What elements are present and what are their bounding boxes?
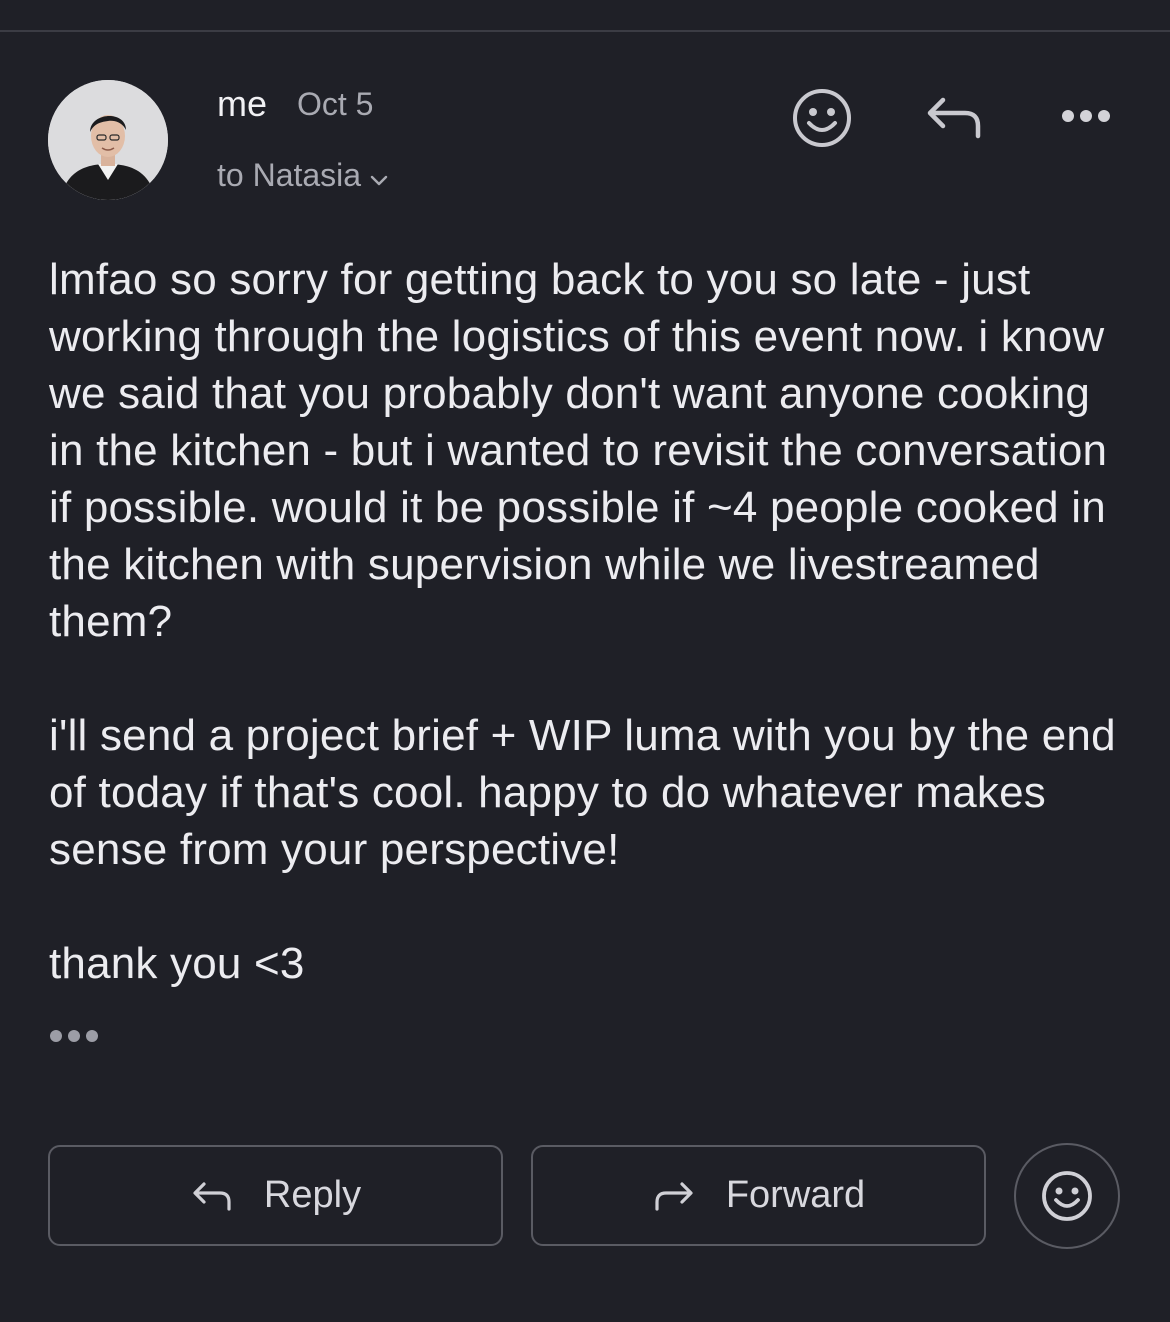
- reply-button[interactable]: Reply: [48, 1145, 503, 1246]
- sender-name: me: [217, 83, 268, 124]
- reply-arrow-icon[interactable]: [922, 90, 986, 144]
- message-paragraph: thank you <3: [49, 939, 305, 988]
- smiley-face-icon: [1042, 1171, 1092, 1221]
- react-emoji-button[interactable]: [1014, 1143, 1120, 1249]
- recipient-line[interactable]: to Natasia: [217, 153, 389, 197]
- forward-button[interactable]: Forward: [531, 1145, 986, 1246]
- top-divider: [0, 30, 1170, 32]
- reply-button-label: Reply: [263, 1174, 362, 1216]
- message-date: Oct 5: [297, 86, 374, 122]
- sender-avatar[interactable]: [48, 80, 168, 200]
- recipient-label: to Natasia: [217, 157, 362, 193]
- forward-button-label: Forward: [725, 1174, 866, 1216]
- message-paragraph: lmfao so sorry for getting back to you s…: [49, 255, 1108, 646]
- smiley-face-icon[interactable]: [790, 86, 854, 150]
- chevron-down-icon[interactable]: [369, 157, 389, 197]
- message-paragraph: i'll send a project brief + WIP luma wit…: [49, 711, 1116, 874]
- reply-icon: [193, 1181, 231, 1211]
- ellipsis-icon[interactable]: [50, 1030, 98, 1042]
- more-horizontal-icon[interactable]: [1058, 104, 1114, 128]
- forward-icon: [655, 1181, 693, 1211]
- message-body: lmfao so sorry for getting back to you s…: [49, 251, 1134, 992]
